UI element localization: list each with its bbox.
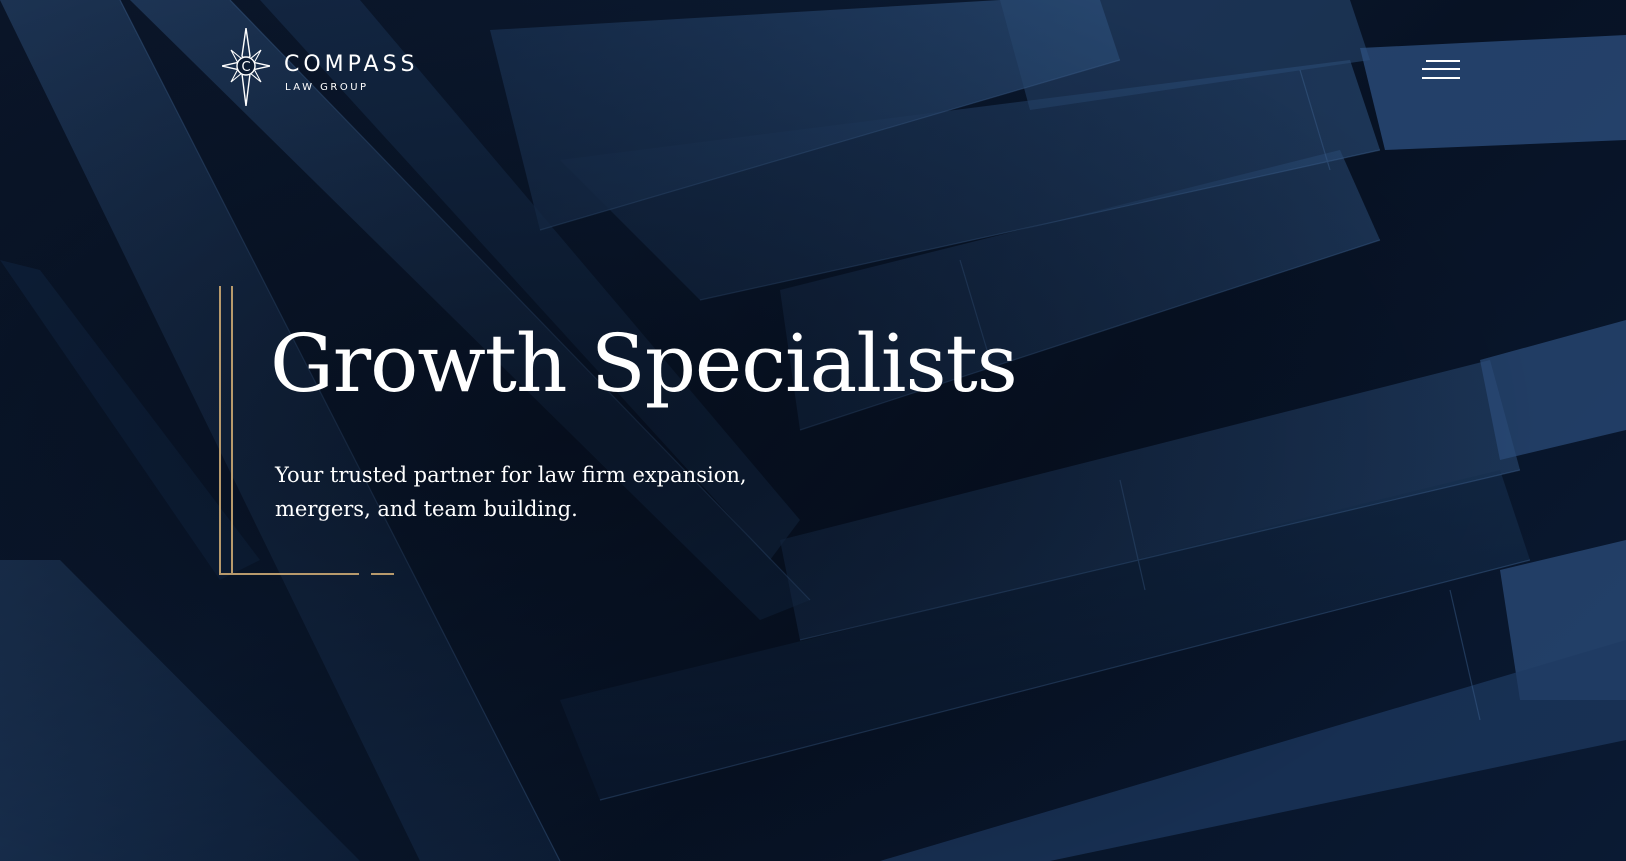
brand-tagline: LAW GROUP — [285, 82, 369, 93]
accent-frame-line-outer — [219, 286, 221, 575]
hero-title: Growth Specialists — [270, 317, 1018, 410]
accent-frame-line-dash — [371, 573, 394, 575]
background-architecture-image — [0, 0, 1626, 861]
hamburger-menu-icon[interactable] — [1414, 56, 1460, 86]
hero-subtitle: Your trusted partner for law firm expans… — [275, 463, 747, 521]
svg-text:C: C — [241, 60, 250, 75]
hero-section: C COMPASS LAW GROUP Growth Specialists Y… — [0, 0, 1626, 861]
accent-frame-line-inner — [231, 286, 233, 575]
company-logo[interactable]: C COMPASS LAW GROUP — [222, 28, 452, 106]
brand-name: COMPASS — [284, 52, 419, 77]
compass-star-icon: C — [222, 28, 270, 106]
accent-frame-line-bottom — [219, 573, 359, 575]
